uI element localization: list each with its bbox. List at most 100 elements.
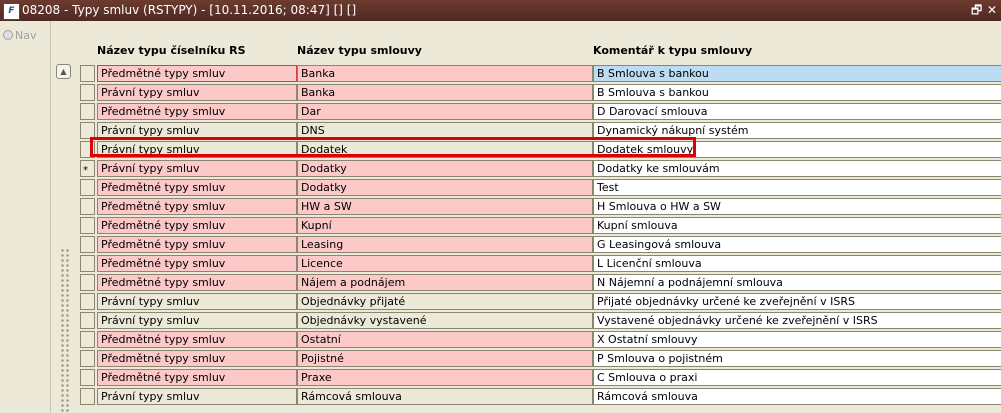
cell-komentar[interactable]: Rámcová smlouva [593,388,1001,405]
cell-komentar[interactable]: Přijaté objednávky určené ke zveřejnění … [593,293,1001,310]
cell-komentar[interactable]: Test [593,179,1001,196]
cell-ciselnik[interactable]: Předmětné typy smluv [97,350,297,367]
cell-nazev[interactable]: Banka [297,84,593,101]
nav-button[interactable]: Nav [3,29,36,42]
cell-nazev[interactable]: Nájem a podnájem [297,274,593,291]
row-selector[interactable] [80,103,95,120]
table-row[interactable]: Právní typy smluv Rámcová smlouva Rámcová … [80,387,1001,406]
cell-nazev[interactable]: Objednávky vystavené [297,312,593,329]
cell-komentar[interactable]: G Leasingová smlouva [593,236,1001,253]
cell-komentar[interactable]: Kupní smlouva [593,217,1001,234]
cell-nazev[interactable]: Rámcová smlouva [297,388,593,405]
left-toolbar: Nav [0,21,51,413]
table-row[interactable]: Předmětné typy smluv Nájem a podnájem N Ná… [80,273,1001,292]
row-selector[interactable] [80,179,95,196]
cell-nazev[interactable]: DNS [297,122,593,139]
cell-ciselnik[interactable]: Právní typy smluv [97,293,297,310]
scroll-up-arrow-icon[interactable]: ▲ [56,64,71,79]
cell-ciselnik[interactable]: Předmětné typy smluv [97,65,297,82]
row-selector[interactable] [80,293,95,310]
cell-nazev[interactable]: Leasing [297,236,593,253]
cell-komentar[interactable]: Dodatky ke smlouvám [593,160,1001,177]
table-row[interactable]: Předmětné typy smluv Dodatky Test [80,178,1001,197]
cell-ciselnik[interactable]: Předmětné typy smluv [97,236,297,253]
cell-ciselnik[interactable]: Právní typy smluv [97,141,297,158]
cell-nazev[interactable]: Kupní [297,217,593,234]
table-row[interactable]: Předmětné typy smluv Licence L Licenční sm… [80,254,1001,273]
cell-komentar[interactable]: B Smlouva s bankou [593,84,1001,101]
cell-komentar[interactable]: Dodatek smlouvy [593,141,1001,158]
cell-nazev[interactable]: Dodatky [297,160,593,177]
resize-grip[interactable] [60,248,70,413]
table-row[interactable]: Předmětné typy smluv Leasing G Leasingová … [80,235,1001,254]
table-row[interactable]: Právní typy smluv Objednávky vystavené Vys… [80,311,1001,330]
cell-komentar[interactable]: X Ostatní smlouvy [593,331,1001,348]
close-icon[interactable]: ✕ [987,3,997,17]
cell-ciselnik[interactable]: Předmětné typy smluv [97,103,297,120]
row-selector[interactable] [80,198,95,215]
row-selector[interactable] [80,350,95,367]
cell-komentar[interactable]: C Smlouva o praxi [593,369,1001,386]
cell-nazev[interactable]: Dar [297,103,593,120]
table-row[interactable]: Právní typy smluv Dodatek Dodatek smlouvy [80,140,1001,159]
cell-ciselnik[interactable]: Předmětné typy smluv [97,255,297,272]
header-ciselnik: Název typu číselníku RS [97,44,246,57]
row-selector[interactable] [80,312,95,329]
cell-komentar[interactable]: D Darovací smlouva [593,103,1001,120]
title-bar: F 08208 - Typy smluv (RSTYPY) - [10.11.2… [0,0,1001,21]
cell-nazev[interactable]: Banka [297,65,593,82]
cell-komentar[interactable]: P Smlouva o pojistném [593,350,1001,367]
row-selector[interactable] [80,369,95,386]
header-komentar: Komentář k typu smlouvy [593,44,753,57]
cell-ciselnik[interactable]: Předmětné typy smluv [97,369,297,386]
row-selector[interactable] [80,331,95,348]
cell-nazev[interactable]: Praxe [297,369,593,386]
row-selector[interactable] [80,141,95,158]
row-selector[interactable] [80,274,95,291]
cell-ciselnik[interactable]: Předmětné typy smluv [97,198,297,215]
cell-nazev[interactable]: Ostatní [297,331,593,348]
row-selector[interactable] [80,122,95,139]
cell-ciselnik[interactable]: Právní typy smluv [97,160,297,177]
cell-komentar[interactable]: N Nájemní a podnájemní smlouva [593,274,1001,291]
cell-ciselnik[interactable]: Právní typy smluv [97,388,297,405]
table-row[interactable]: Právní typy smluv Banka B Smlouva s bankou [80,83,1001,102]
table-row[interactable]: Předmětné typy smluv Ostatní X Ostatní sml… [80,330,1001,349]
row-selector[interactable] [80,65,95,82]
cell-ciselnik[interactable]: Předmětné typy smluv [97,274,297,291]
cell-ciselnik[interactable]: Předmětné typy smluv [97,179,297,196]
cell-nazev[interactable]: Dodatky [297,179,593,196]
row-selector[interactable] [80,236,95,253]
row-selector[interactable] [80,217,95,234]
cell-ciselnik[interactable]: Právní typy smluv [97,312,297,329]
window-restore-icon[interactable]: 🗗 [971,3,982,17]
row-selector[interactable] [80,255,95,272]
table-row[interactable]: Předmětné typy smluv Kupní Kupní smlouva [80,216,1001,235]
cell-nazev[interactable]: Dodatek [297,141,593,158]
cell-komentar[interactable]: Dynamický nákupní systém [593,122,1001,139]
app-logo-icon: F [3,3,20,20]
cell-nazev[interactable]: Objednávky přijaté [297,293,593,310]
row-selector[interactable] [80,84,95,101]
row-selector[interactable] [80,388,95,405]
table-row[interactable]: Předmětné typy smluv Banka B Smlouva s ban… [80,64,1001,83]
cell-nazev[interactable]: Pojistné [297,350,593,367]
cell-komentar[interactable]: H Smlouva o HW a SW [593,198,1001,215]
cell-komentar[interactable]: B Smlouva s bankou [593,65,1001,82]
cell-komentar[interactable]: L Licenční smlouva [593,255,1001,272]
table-row[interactable]: Právní typy smluv Objednávky přijaté Přija… [80,292,1001,311]
cell-komentar[interactable]: Vystavené objednávky určené ke zveřejněn… [593,312,1001,329]
table-row[interactable]: * Právní typy smluv Dodatky Dodatky ke smlo… [80,159,1001,178]
table-row[interactable]: Předmětné typy smluv Pojistné P Smlouva o … [80,349,1001,368]
cell-ciselnik[interactable]: Právní typy smluv [97,84,297,101]
table-row[interactable]: Předmětné typy smluv Praxe C Smlouva o pra… [80,368,1001,387]
cell-ciselnik[interactable]: Právní typy smluv [97,122,297,139]
table-row[interactable]: Předmětné typy smluv Dar D Darovací smlouv… [80,102,1001,121]
cell-ciselnik[interactable]: Předmětné typy smluv [97,331,297,348]
table-row[interactable]: Právní typy smluv DNS Dynamický nákupní sy… [80,121,1001,140]
cell-nazev[interactable]: Licence [297,255,593,272]
row-selector[interactable]: * [80,160,95,177]
table-row[interactable]: Předmětné typy smluv HW a SW H Smlouva o H… [80,197,1001,216]
cell-ciselnik[interactable]: Předmětné typy smluv [97,217,297,234]
cell-nazev[interactable]: HW a SW [297,198,593,215]
